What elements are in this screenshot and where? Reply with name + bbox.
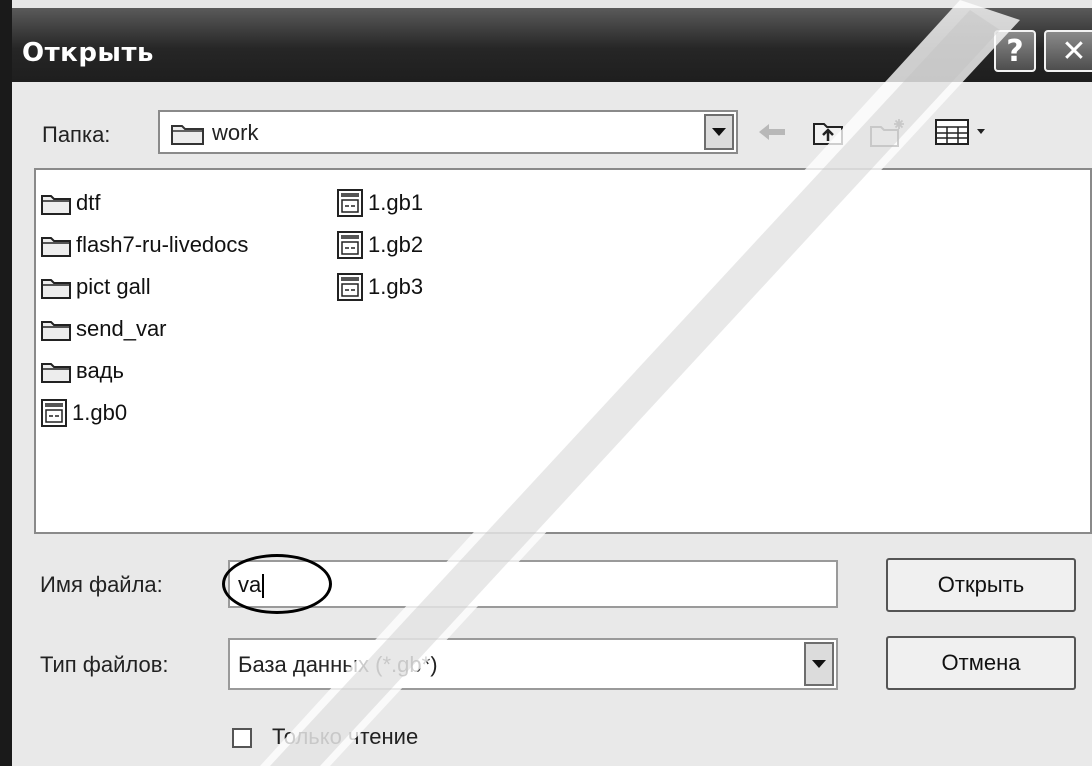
title-bar[interactable]: Открыть ? ✕ (0, 8, 1092, 82)
back-arrow-icon (757, 122, 787, 146)
file-list-item[interactable]: send_var (40, 310, 167, 348)
window-border (0, 0, 12, 766)
folder-combo[interactable]: work (158, 110, 738, 154)
file-name: dtf (76, 190, 101, 215)
folder-icon (170, 120, 206, 150)
file-name: pict gall (76, 274, 151, 299)
file-name: flash7-ru-livedocs (76, 232, 249, 257)
filetype-select[interactable]: База данных (*.gb*) (228, 638, 838, 690)
cancel-button-label: Отмена (941, 650, 1021, 675)
help-icon: ? (1006, 33, 1024, 69)
folder-icon (40, 358, 72, 384)
file-name: 1.gb2 (368, 232, 424, 257)
folder-value: work (212, 120, 259, 145)
file-list-item[interactable]: вадь (40, 352, 124, 390)
new-folder-icon (868, 116, 908, 152)
view-menu-button[interactable] (930, 114, 1008, 154)
file-name: 1.gb3 (368, 274, 424, 299)
help-button[interactable]: ? (994, 30, 1036, 72)
file-list-item[interactable]: dtf (40, 184, 100, 222)
open-button-label: Открыть (937, 572, 1025, 597)
file-list-item[interactable]: 1.gb1 (336, 184, 423, 222)
readonly-checkbox[interactable] (232, 728, 252, 748)
database-file-icon (336, 272, 364, 302)
chevron-down-icon (712, 128, 726, 136)
folder-dropdown-button[interactable] (704, 114, 734, 150)
file-list-item[interactable]: pict gall (40, 268, 151, 306)
folder-label: Папка: (42, 122, 111, 147)
file-list-item[interactable]: 1.gb0 (40, 394, 127, 432)
close-icon: ✕ (1061, 33, 1087, 69)
filetype-label: Тип файлов: (40, 652, 169, 677)
file-name: вадь (76, 358, 124, 383)
file-list-item[interactable]: 1.gb2 (336, 226, 423, 264)
dialog-title: Открыть (22, 38, 154, 68)
filename-label: Имя файла: (40, 572, 163, 597)
open-button[interactable]: Открыть (886, 558, 1076, 612)
highlight-circle (222, 554, 332, 614)
up-folder-icon (811, 117, 845, 151)
filetype-dropdown-button[interactable] (804, 642, 834, 686)
file-name: send_var (76, 316, 167, 341)
folder-icon (40, 316, 72, 342)
file-name: 1.gb1 (368, 190, 424, 215)
database-file-icon (40, 398, 68, 428)
folder-icon (40, 190, 72, 216)
chevron-down-icon (812, 660, 826, 668)
new-folder-button[interactable] (866, 114, 910, 154)
folder-icon (40, 232, 72, 258)
file-list-item[interactable]: flash7-ru-livedocs (40, 226, 248, 264)
cancel-button[interactable]: Отмена (886, 636, 1076, 690)
folder-icon (40, 274, 72, 300)
up-folder-button[interactable] (808, 114, 848, 154)
file-list[interactable] (34, 168, 1092, 534)
close-button[interactable]: ✕ (1044, 30, 1092, 72)
readonly-label: Только чтение (272, 724, 419, 749)
file-list-item[interactable]: 1.gb3 (336, 268, 423, 306)
file-name: 1.gb0 (72, 400, 128, 425)
filetype-value: База данных (*.gb*) (238, 652, 438, 677)
view-menu-icon (933, 117, 1005, 151)
open-dialog: Открыть ? ✕ Папка: work dtf flash7-ru-liv… (0, 0, 1092, 766)
database-file-icon (336, 188, 364, 218)
database-file-icon (336, 230, 364, 260)
back-button[interactable] (752, 114, 792, 154)
